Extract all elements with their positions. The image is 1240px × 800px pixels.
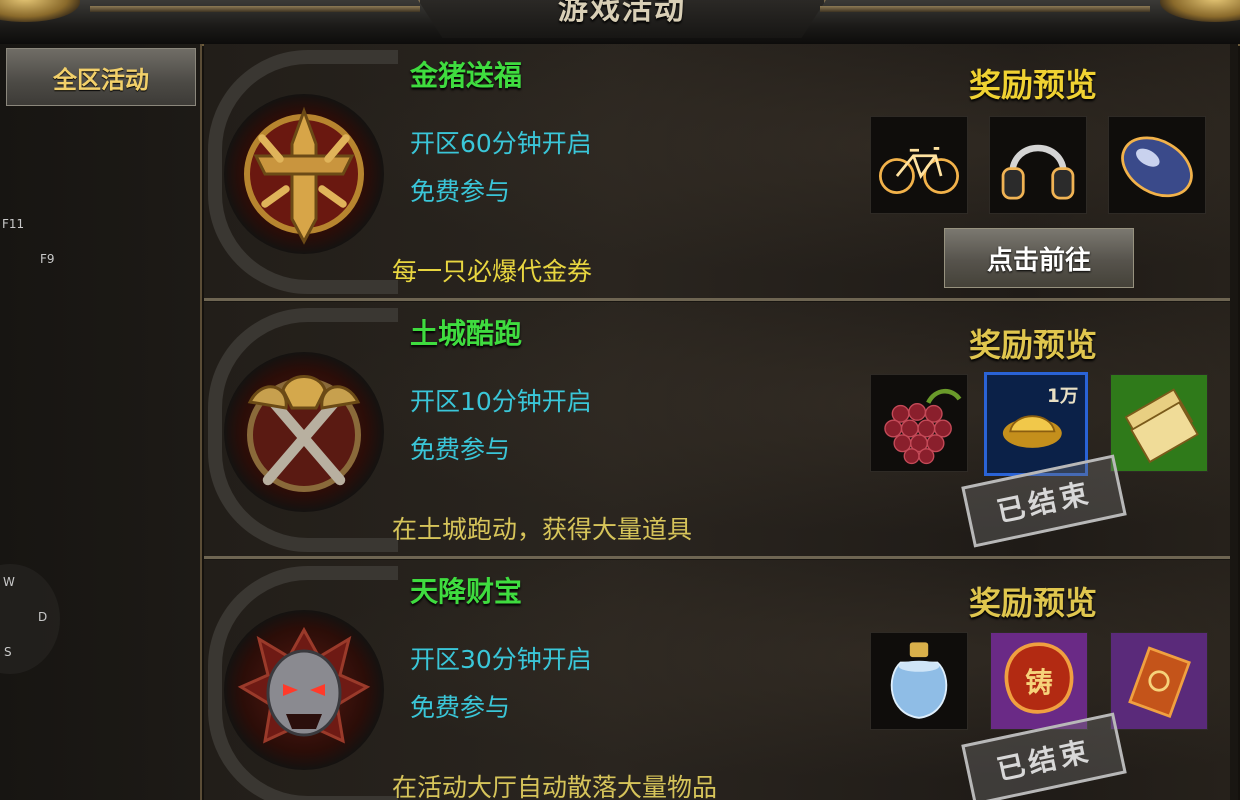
grapes-icon <box>884 388 962 465</box>
hotkey-f9: F9 <box>40 252 55 266</box>
crossed-axes-crest-icon <box>224 352 384 512</box>
bicycle-icon <box>878 147 960 194</box>
activity-entry: 免费参与 <box>410 693 511 722</box>
activity-description: 在活动大厅自动散落大量物品 <box>392 773 718 800</box>
reward-preview-label: 奖励预览 <box>969 66 1098 104</box>
window-header: 游戏活动 <box>0 0 1240 46</box>
scroll-icon <box>1128 646 1191 718</box>
header-rail-right <box>820 6 1150 12</box>
reward-slot[interactable] <box>989 116 1087 214</box>
reward-slot[interactable]: 铸 <box>990 632 1088 730</box>
activity-title: 天降财宝 <box>410 575 523 608</box>
header-rail-left <box>90 6 420 12</box>
activity-title: 土城酷跑 <box>410 317 523 350</box>
activity-card: 天降财宝 开区30分钟开启 免费参与 在活动大厅自动散落大量物品 奖励预览 铸 … <box>204 560 1230 800</box>
window-title: 游戏活动 <box>558 0 686 27</box>
reward-slot[interactable] <box>870 374 968 472</box>
demon-mask-crest-icon <box>224 610 384 770</box>
reward-slot[interactable] <box>1110 374 1208 472</box>
reward-slot[interactable] <box>1110 632 1208 730</box>
activity-title: 金猪送福 <box>410 59 523 92</box>
perfume-bottle-icon <box>890 642 948 719</box>
reward-slot[interactable]: 1万 <box>984 372 1088 476</box>
tab-all-server-activities[interactable]: 全区活动 <box>6 48 196 106</box>
ticket-icon <box>1124 388 1199 464</box>
hotkey-f11: F11 <box>2 217 25 231</box>
sidebar: 全区活动 F11 F9 W D S <box>0 44 202 800</box>
activity-card: 金猪送福 开区60分钟开启 免费参与 每一只必爆代金券 奖励预览 点击前往 <box>204 44 1230 301</box>
activity-open-time: 开区30分钟开启 <box>410 645 592 674</box>
title-plate: 游戏活动 <box>418 0 826 38</box>
ingot-amount: 1万 <box>1047 386 1078 407</box>
mouse-icon <box>1121 136 1193 198</box>
move-key-w[interactable]: W <box>3 575 15 589</box>
reward-slot[interactable] <box>870 632 968 730</box>
headphones-icon <box>1001 144 1075 200</box>
reward-slot[interactable] <box>1108 116 1206 214</box>
activity-open-time: 开区60分钟开启 <box>410 129 592 158</box>
move-key-s[interactable]: S <box>4 645 12 659</box>
move-key-d[interactable]: D <box>38 610 47 624</box>
activity-entry: 免费参与 <box>410 435 511 464</box>
header-ornament-right <box>1160 0 1240 22</box>
activity-entry: 免费参与 <box>410 177 511 206</box>
activity-description: 每一只必爆代金券 <box>392 257 593 286</box>
reward-preview-label: 奖励预览 <box>969 584 1098 622</box>
reward-slot[interactable] <box>870 116 968 214</box>
activity-description: 在土城跑动，获得大量道具 <box>392 515 693 544</box>
header-ornament-left <box>0 0 80 22</box>
reward-preview-label: 奖励预览 <box>969 326 1098 364</box>
go-button[interactable]: 点击前往 <box>944 228 1134 288</box>
activity-open-time: 开区10分钟开启 <box>410 387 592 416</box>
forge-token-icon: 铸 <box>1004 642 1074 714</box>
activity-card: 土城酷跑 开区10分钟开启 免费参与 在土城跑动，获得大量道具 奖励预览 1万 <box>204 302 1230 559</box>
forge-char: 铸 <box>1025 666 1053 699</box>
sword-crest-icon <box>224 94 384 254</box>
activity-list: 金猪送福 开区60分钟开启 免费参与 每一只必爆代金券 奖励预览 点击前往 土城… <box>204 44 1238 800</box>
gold-ingot-icon: 1万 <box>1002 386 1078 448</box>
